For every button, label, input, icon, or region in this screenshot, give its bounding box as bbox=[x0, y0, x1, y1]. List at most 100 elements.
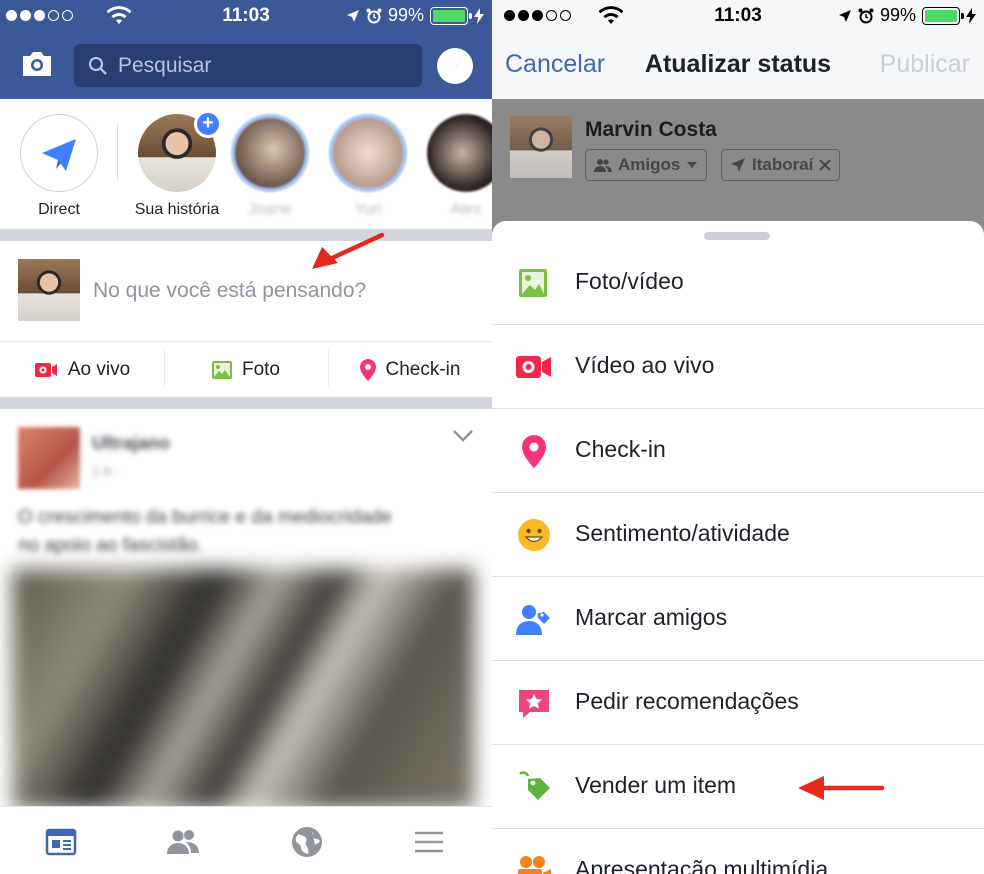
globe-icon[interactable] bbox=[290, 825, 324, 859]
live-video-icon bbox=[34, 362, 57, 377]
feed-post: Ultrajano 1 h · O crescimento da burrice… bbox=[0, 409, 492, 809]
composer-placeholder[interactable]: No que você está pensando? bbox=[93, 279, 366, 303]
user-name: Marvin Costa bbox=[585, 118, 717, 141]
story-label: Yuri bbox=[354, 201, 382, 218]
photo-label: Foto bbox=[241, 358, 281, 380]
add-story-icon[interactable]: + bbox=[194, 110, 222, 138]
star-bubble-icon bbox=[519, 690, 549, 718]
live-button[interactable]: Ao vivo bbox=[0, 342, 164, 397]
avatar bbox=[329, 114, 407, 192]
story-direct[interactable]: Direct bbox=[19, 114, 99, 219]
location-chip[interactable]: Itaboraí bbox=[721, 149, 841, 181]
option-photo-video[interactable]: Foto/vídeo bbox=[492, 241, 984, 325]
menu-icon[interactable] bbox=[412, 825, 446, 859]
smiley-icon bbox=[518, 519, 550, 551]
alarm-icon bbox=[858, 8, 874, 23]
sheet-handle[interactable] bbox=[704, 232, 770, 240]
divider bbox=[117, 123, 118, 181]
photo-button[interactable]: Foto bbox=[164, 342, 328, 397]
charging-icon bbox=[474, 7, 484, 24]
film-camera-icon bbox=[518, 856, 551, 874]
avatar bbox=[510, 116, 572, 178]
paper-plane-icon bbox=[42, 139, 76, 171]
story-label: Direct bbox=[38, 201, 80, 218]
option-slideshow[interactable]: Apresentação multimídia bbox=[492, 829, 984, 874]
photo-icon bbox=[519, 269, 547, 297]
audience-selector[interactable]: Amigos bbox=[585, 149, 708, 181]
option-label: Check-in bbox=[575, 436, 666, 462]
option-label: Apresentação multimídia bbox=[575, 856, 829, 874]
battery-percent: 99% bbox=[879, 5, 916, 25]
story-friend[interactable]: Alex bbox=[426, 114, 492, 219]
stories-tray: Direct + Sua história Joane Yuri Alex bbox=[0, 99, 492, 229]
charging-icon bbox=[966, 7, 976, 24]
friends-icon[interactable] bbox=[166, 825, 200, 859]
story-friend[interactable]: Joane bbox=[230, 114, 310, 219]
option-label: Marcar amigos bbox=[575, 604, 728, 630]
location-pin-icon bbox=[522, 435, 546, 468]
tag-friends-icon bbox=[516, 605, 552, 635]
option-label: Vídeo ao vivo bbox=[575, 352, 715, 378]
audience-label: Amigos bbox=[618, 155, 681, 174]
cancel-button[interactable]: Cancelar bbox=[505, 50, 605, 79]
option-label: Sentimento/atividade bbox=[575, 520, 790, 546]
friends-icon bbox=[594, 159, 612, 172]
avatar bbox=[18, 259, 80, 321]
options-sheet: Foto/vídeo Vídeo ao vivo Check-in Sentim… bbox=[492, 221, 984, 874]
battery-icon bbox=[922, 6, 964, 25]
story-friend[interactable]: Yuri bbox=[328, 114, 408, 219]
location-arrow-icon bbox=[838, 9, 851, 22]
post-text: O crescimento da burrice e da mediocrida… bbox=[18, 507, 392, 556]
divider bbox=[0, 397, 492, 409]
photo-icon bbox=[211, 360, 232, 379]
price-tag-icon bbox=[519, 771, 550, 800]
nav-bar: 11:03 99% Atualizar status Cancelar Publ… bbox=[492, 0, 984, 99]
search-input[interactable]: Pesquisar bbox=[74, 44, 422, 87]
checkin-label: Check-in bbox=[385, 358, 461, 380]
top-bar: 11:03 99% Pesquisar bbox=[0, 0, 492, 99]
status-bar: 11:03 99% bbox=[492, 0, 984, 32]
post-meta: 1 h · bbox=[92, 463, 121, 479]
live-video-icon bbox=[516, 356, 551, 378]
composer-actions: Ao vivo Foto Check-in bbox=[0, 341, 492, 397]
divider bbox=[0, 229, 492, 241]
chevron-down-icon[interactable] bbox=[452, 429, 474, 443]
option-sell-item[interactable]: Vender um item bbox=[492, 745, 984, 829]
news-feed-icon[interactable] bbox=[44, 825, 78, 859]
avatar bbox=[427, 114, 492, 192]
status-bar: 11:03 99% bbox=[0, 0, 492, 32]
search-placeholder: Pesquisar bbox=[118, 53, 212, 77]
camera-icon[interactable] bbox=[20, 49, 54, 79]
update-status-screen: 11:03 99% Atualizar status Cancelar Publ… bbox=[492, 0, 984, 874]
story-label: Alex bbox=[450, 201, 482, 218]
publish-button[interactable]: Publicar bbox=[880, 50, 970, 79]
avatar: + bbox=[138, 110, 222, 192]
direct-circle bbox=[20, 114, 98, 192]
battery-icon bbox=[430, 6, 472, 25]
location-arrow-icon bbox=[731, 158, 745, 172]
search-icon bbox=[88, 56, 107, 75]
battery-percent: 99% bbox=[387, 5, 424, 25]
option-check-in[interactable]: Check-in bbox=[492, 409, 984, 493]
close-icon[interactable] bbox=[819, 159, 832, 171]
option-live-video[interactable]: Vídeo ao vivo bbox=[492, 325, 984, 409]
checkin-button[interactable]: Check-in bbox=[328, 342, 492, 397]
post-author[interactable]: Ultrajano bbox=[92, 433, 170, 454]
composer[interactable]: No que você está pensando? bbox=[0, 241, 492, 341]
option-label: Foto/vídeo bbox=[575, 268, 684, 294]
option-label: Pedir recomendações bbox=[575, 688, 799, 714]
option-feeling[interactable]: Sentimento/atividade bbox=[492, 493, 984, 577]
messenger-icon[interactable] bbox=[437, 48, 473, 84]
option-tag-friends[interactable]: Marcar amigos bbox=[492, 577, 984, 661]
caret-down-icon bbox=[687, 162, 698, 168]
story-your-story[interactable]: + Sua história bbox=[134, 110, 222, 219]
location-arrow-icon bbox=[346, 9, 359, 22]
avatar[interactable] bbox=[18, 427, 80, 489]
story-label: Joane bbox=[248, 201, 292, 218]
tab-bar bbox=[0, 806, 492, 874]
post-image[interactable] bbox=[12, 569, 474, 809]
location-label: Itaboraí bbox=[752, 155, 814, 174]
option-recommendations[interactable]: Pedir recomendações bbox=[492, 661, 984, 745]
location-pin-icon bbox=[359, 358, 376, 381]
avatar bbox=[231, 114, 309, 192]
